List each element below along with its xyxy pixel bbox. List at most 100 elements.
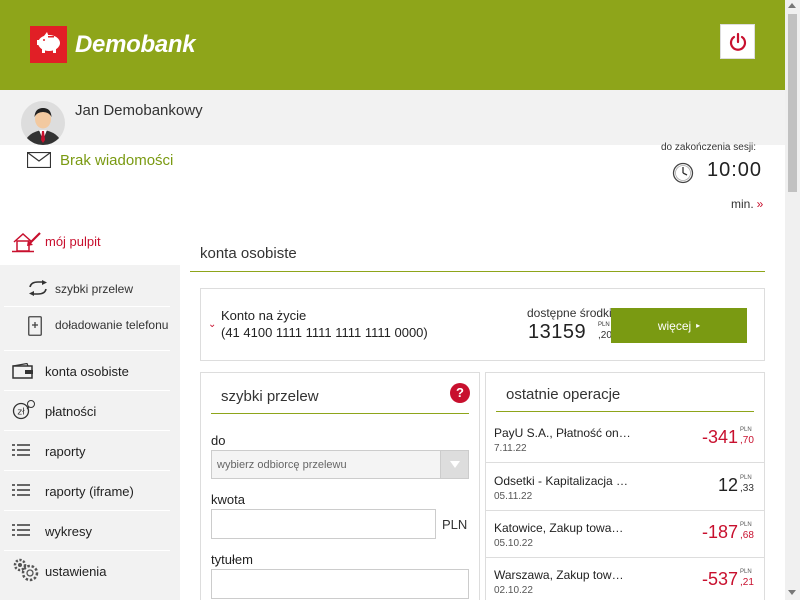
scroll-down-arrow-icon[interactable] <box>788 590 796 595</box>
sidebar-item-reports[interactable]: raporty <box>4 430 170 470</box>
quick-transfer-title: szybki przelew <box>221 388 319 405</box>
list-icon <box>12 524 30 536</box>
operation-date: 7.11.22 <box>494 443 527 454</box>
main-content: konta osobiste ⌄ Konto na życie (41 4100… <box>180 218 785 600</box>
operation-description: Warszawa, Zakup tow… <box>494 568 624 582</box>
chevron-down-icon[interactable]: ⌄ <box>208 319 216 330</box>
clock-icon <box>672 162 694 184</box>
recent-operations-panel: ostatnie operacje PayU S.A., Płatność on… <box>485 372 765 600</box>
sidebar-item-accounts[interactable]: konta osobiste <box>4 350 170 390</box>
sidebar-item-label: ustawienia <box>45 564 107 579</box>
top-bar: Demobank <box>0 0 785 90</box>
operation-currency: PLN <box>740 475 752 481</box>
session-unit-label: min. <box>731 197 754 211</box>
logout-button[interactable] <box>720 24 755 59</box>
recent-operations-title: ostatnie operacje <box>506 386 621 403</box>
divider <box>496 411 754 412</box>
sidebar-item-reports-iframe[interactable]: raporty (iframe) <box>4 470 170 510</box>
sidebar-subitem-label: szybki przelew <box>55 282 134 296</box>
operation-date: 02.10.22 <box>494 585 533 596</box>
operation-row[interactable]: Katowice, Zakup towa… 05.10.22 -187 PLN … <box>486 511 764 558</box>
operation-currency: PLN <box>740 427 752 433</box>
sidebar-item-dashboard[interactable]: mój pulpit <box>0 218 180 265</box>
available-funds-currency: PLN <box>598 322 610 328</box>
recipient-select[interactable]: wybierz odbiorcę przelewu <box>211 450 469 479</box>
sidebar-item-label: raporty <box>45 444 86 459</box>
sidebar-item-label: wykresy <box>45 524 92 539</box>
svg-text:zł: zł <box>17 408 25 418</box>
sidebar-item-charts[interactable]: wykresy <box>4 510 170 550</box>
scroll-up-arrow-icon[interactable] <box>788 3 796 8</box>
sidebar-item-label: raporty (iframe) <box>45 484 134 499</box>
operation-amount: 12 <box>717 475 738 495</box>
operation-currency: PLN <box>740 522 752 528</box>
page-scrollbar[interactable] <box>785 0 800 600</box>
envelope-icon <box>27 152 51 168</box>
sidebar-item-label: płatności <box>45 404 97 419</box>
more-button[interactable]: więcej ▸ <box>611 308 747 343</box>
sidebar-item-label: mój pulpit <box>45 234 101 249</box>
sidebar-item-payments[interactable]: zł płatności <box>4 390 170 430</box>
operation-row[interactable]: PayU S.A., Płatność on… 7.11.22 -341 PLN… <box>486 416 764 463</box>
operation-cents: ,70 <box>740 435 754 446</box>
amount-currency: PLN <box>442 517 468 532</box>
available-funds-cents: ,20 <box>598 330 612 341</box>
operation-amount: -341 <box>701 427 738 447</box>
divider <box>211 413 469 414</box>
available-funds-amount: 13159 <box>528 321 587 343</box>
session-label: do zakończenia sesji: <box>661 142 757 153</box>
operation-amount: -187 <box>701 522 738 542</box>
amount-field[interactable] <box>211 509 436 539</box>
wallet-icon <box>12 363 33 379</box>
operation-amount: -537 <box>701 569 738 589</box>
transfer-arrows-icon <box>29 280 47 296</box>
operation-description: Katowice, Zakup towa… <box>494 521 624 535</box>
amount-label: kwota <box>211 492 245 507</box>
transfer-title-label: tytułem <box>211 552 253 567</box>
user-avatar-icon <box>21 101 65 145</box>
more-button-label: więcej <box>657 318 692 333</box>
account-name: Konto na życie <box>221 308 307 323</box>
sidebar-item-settings[interactable]: ustawienia <box>4 550 170 590</box>
info-bar: Brak wiadomości do zakończenia sesji: 10… <box>0 142 785 218</box>
payments-icon: zł <box>12 400 35 420</box>
session-extend-link[interactable]: min.» <box>731 197 763 211</box>
session-timer: 10:00 <box>707 159 763 181</box>
list-icon <box>12 444 30 456</box>
phone-icon <box>28 316 42 336</box>
divider <box>190 271 765 272</box>
user-bar: Jan Demobankowy <box>0 90 785 145</box>
transfer-title-field[interactable] <box>211 569 469 599</box>
page-title: konta osobiste <box>200 245 297 262</box>
sidebar-subitem-label: doładowanie telefonu <box>55 318 169 332</box>
divider <box>4 306 170 307</box>
operation-cents: ,68 <box>740 530 754 541</box>
recipient-select-value: wybierz odbiorcę przelewu <box>217 459 347 471</box>
quick-transfer-panel: szybki przelew ? do wybierz odbiorcę prz… <box>200 372 480 600</box>
sidebar-item-label: konta osobiste <box>45 364 129 379</box>
operation-cents: ,21 <box>740 577 754 588</box>
operation-row[interactable]: Warszawa, Zakup tow… 02.10.22 -537 PLN ,… <box>486 558 764 600</box>
operation-description: PayU S.A., Płatność on… <box>494 426 631 440</box>
double-chevron-icon: » <box>756 197 764 211</box>
help-icon[interactable]: ? <box>450 383 470 403</box>
operation-cents: ,33 <box>740 483 754 494</box>
account-number: (41 4100 1111 1111 1111 1111 0000) <box>221 325 428 340</box>
chevron-down-icon[interactable] <box>440 451 468 478</box>
list-icon <box>12 484 30 496</box>
messages-link[interactable]: Brak wiadomości <box>60 152 173 169</box>
sidebar: mój pulpit szybki przelew doładowanie te… <box>0 218 180 600</box>
operation-currency: PLN <box>740 569 752 575</box>
account-card: ⌄ Konto na życie (41 4100 1111 1111 1111… <box>200 288 765 361</box>
available-funds-label: dostępne środki <box>527 306 612 320</box>
house-icon <box>12 232 41 253</box>
piggy-bank-icon[interactable] <box>30 26 67 63</box>
power-icon <box>729 32 746 51</box>
gears-icon <box>13 558 39 582</box>
recipient-label: do <box>211 433 226 448</box>
scrollbar-thumb[interactable] <box>788 14 797 192</box>
caret-right-icon: ▸ <box>696 321 701 330</box>
logo-text[interactable]: Demobank <box>75 31 196 59</box>
operation-description: Odsetki - Kapitalizacja … <box>494 474 629 488</box>
operation-row[interactable]: Odsetki - Kapitalizacja … 05.11.22 12 PL… <box>486 464 764 511</box>
